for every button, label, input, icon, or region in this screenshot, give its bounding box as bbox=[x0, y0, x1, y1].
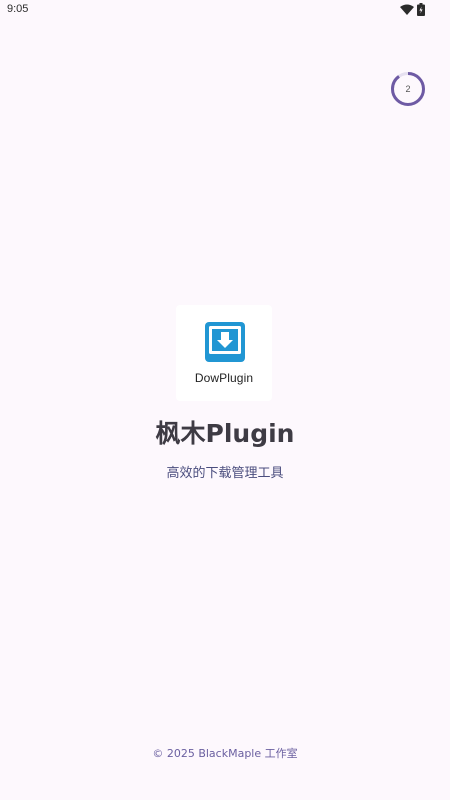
splash-screen: 9:05 2 DowPlugin 枫木Plugin 高效的下载管理工具 © 20… bbox=[0, 0, 450, 800]
status-bar: 9:05 bbox=[0, 0, 450, 22]
status-icons bbox=[400, 3, 432, 17]
logo-caption: DowPlugin bbox=[194, 371, 254, 385]
skip-countdown-button[interactable]: 2 bbox=[390, 71, 426, 107]
app-title: 枫木Plugin bbox=[155, 419, 295, 448]
app-logo: DowPlugin bbox=[176, 305, 272, 401]
copyright-footer: © 2025 BlackMaple 工作室 bbox=[152, 747, 298, 760]
battery-icon bbox=[417, 3, 425, 16]
wifi-icon bbox=[400, 4, 414, 15]
app-subtitle: 高效的下载管理工具 bbox=[166, 466, 284, 481]
download-tray-icon bbox=[205, 322, 245, 362]
countdown-value: 2 bbox=[405, 84, 411, 94]
status-time: 9:05 bbox=[7, 3, 29, 15]
